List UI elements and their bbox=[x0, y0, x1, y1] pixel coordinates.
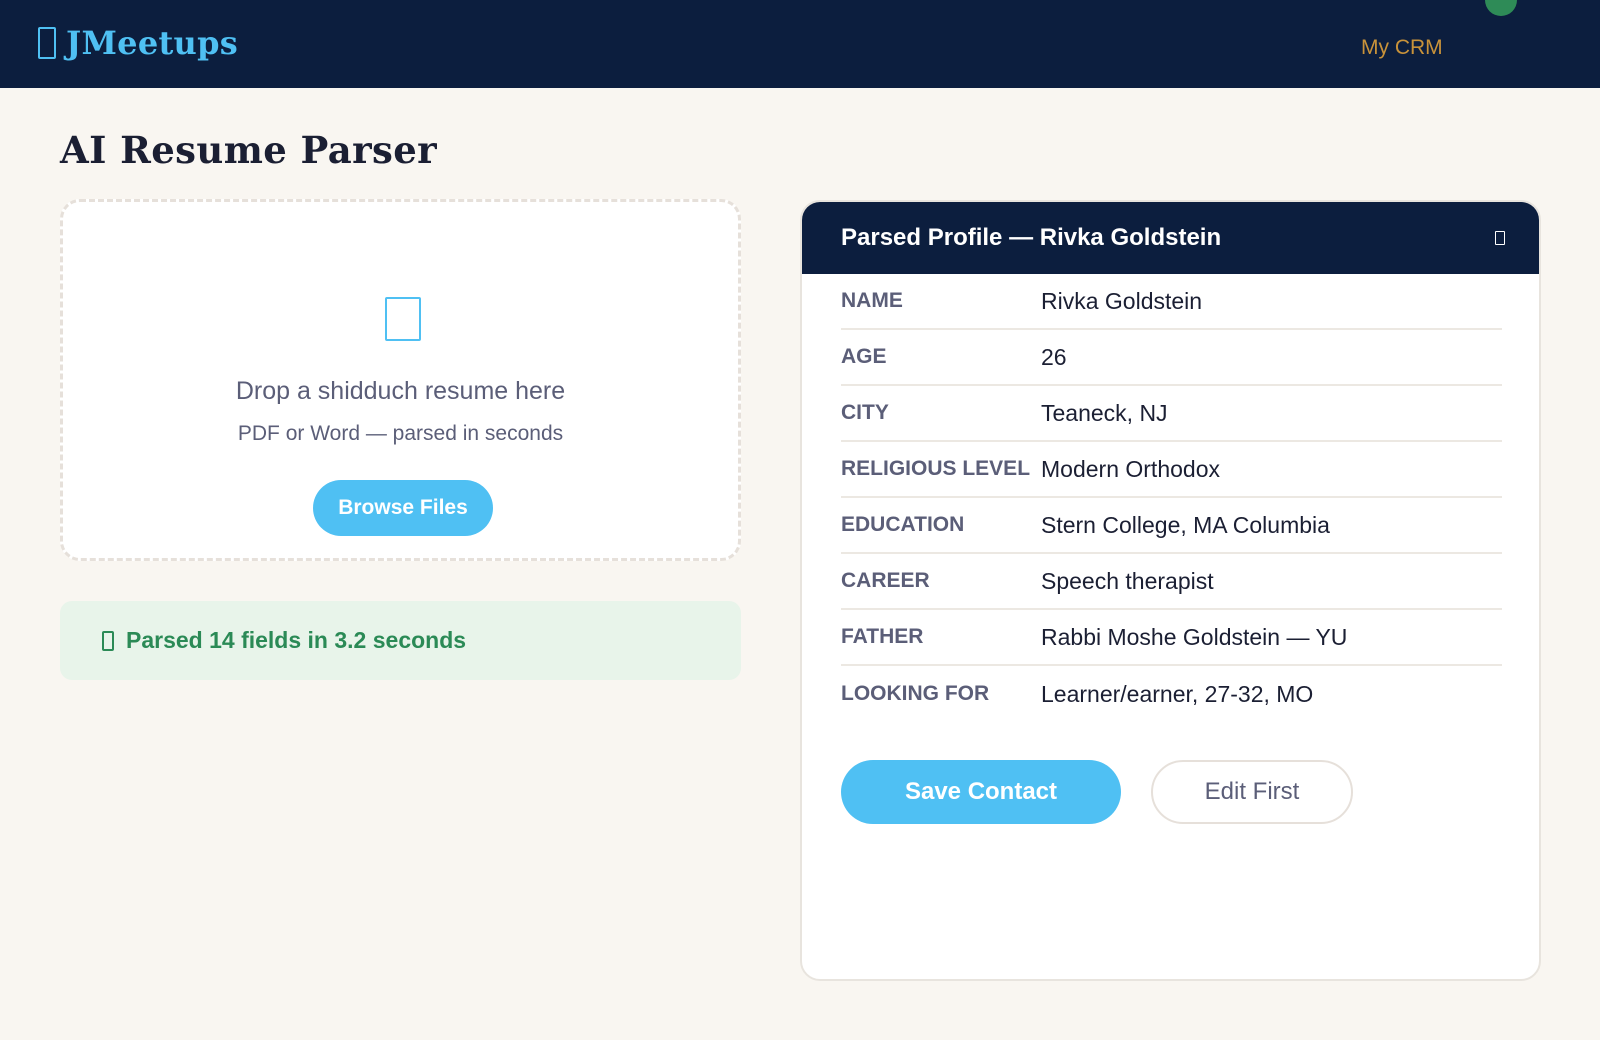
check-icon bbox=[102, 630, 114, 651]
user-avatar[interactable] bbox=[1485, 0, 1517, 16]
page-title: AI Resume Parser bbox=[60, 128, 438, 172]
field-label: FATHER bbox=[841, 625, 924, 648]
field-label: EDUCATION bbox=[841, 513, 965, 536]
field-value: Stern College, MA Columbia bbox=[1041, 511, 1330, 538]
profile-fields: NAME Rivka Goldstein AGE 26 CITY Teaneck… bbox=[841, 274, 1502, 722]
field-label: CAREER bbox=[841, 569, 930, 592]
browse-files-button[interactable]: Browse Files bbox=[313, 480, 493, 536]
field-value: Speech therapist bbox=[1041, 567, 1214, 594]
field-label: LOOKING FOR bbox=[841, 682, 990, 705]
field-row-education: EDUCATION Stern College, MA Columbia bbox=[841, 498, 1502, 554]
brand-logo[interactable]: JMeetups bbox=[38, 24, 238, 62]
parse-status-text: Parsed 14 fields in 3.2 seconds bbox=[126, 627, 467, 653]
field-value: Teaneck, NJ bbox=[1041, 399, 1168, 426]
profile-card-header: Parsed Profile — Rivka Goldstein bbox=[802, 202, 1539, 274]
parse-status-banner: Parsed 14 fields in 3.2 seconds bbox=[60, 601, 741, 680]
edit-first-button[interactable]: Edit First bbox=[1151, 760, 1353, 824]
upload-file-icon bbox=[385, 297, 421, 341]
close-icon[interactable] bbox=[1495, 231, 1505, 245]
field-row-religious-level: RELIGIOUS LEVEL Modern Orthodox bbox=[841, 442, 1502, 498]
top-nav-bar: JMeetups My CRM bbox=[0, 0, 1600, 88]
field-value: 26 bbox=[1041, 343, 1067, 370]
field-value: Rivka Goldstein bbox=[1041, 287, 1203, 314]
field-row-age: AGE 26 bbox=[841, 330, 1502, 386]
field-row-career: CAREER Speech therapist bbox=[841, 554, 1502, 610]
field-value: Rabbi Moshe Goldstein — YU bbox=[1041, 623, 1348, 650]
dropzone-subtitle: PDF or Word — parsed in seconds bbox=[237, 422, 564, 445]
field-row-name: NAME Rivka Goldstein bbox=[841, 274, 1502, 330]
save-contact-button[interactable]: Save Contact bbox=[841, 760, 1121, 824]
resume-dropzone[interactable]: Drop a shidduch resume here PDF or Word … bbox=[60, 199, 741, 561]
field-row-father: FATHER Rabbi Moshe Goldstein — YU bbox=[841, 610, 1502, 666]
field-label: CITY bbox=[841, 401, 889, 424]
document-icon bbox=[38, 27, 56, 59]
field-value: Modern Orthodox bbox=[1041, 455, 1220, 482]
field-label: NAME bbox=[841, 289, 903, 312]
profile-card-title: Parsed Profile — Rivka Goldstein bbox=[841, 224, 1222, 251]
field-row-looking-for: LOOKING FOR Learner/earner, 27-32, MO bbox=[841, 666, 1502, 722]
field-row-city: CITY Teaneck, NJ bbox=[841, 386, 1502, 442]
field-label: AGE bbox=[841, 345, 887, 368]
field-value: Learner/earner, 27-32, MO bbox=[1041, 680, 1314, 707]
nav-link-my-crm[interactable]: My CRM bbox=[1361, 36, 1443, 60]
brand-name: JMeetups bbox=[66, 24, 239, 62]
dropzone-title: Drop a shidduch resume here bbox=[235, 377, 566, 405]
parsed-profile-card: Parsed Profile — Rivka Goldstein NAME Ri… bbox=[800, 200, 1541, 981]
field-label: RELIGIOUS LEVEL bbox=[841, 457, 1031, 480]
